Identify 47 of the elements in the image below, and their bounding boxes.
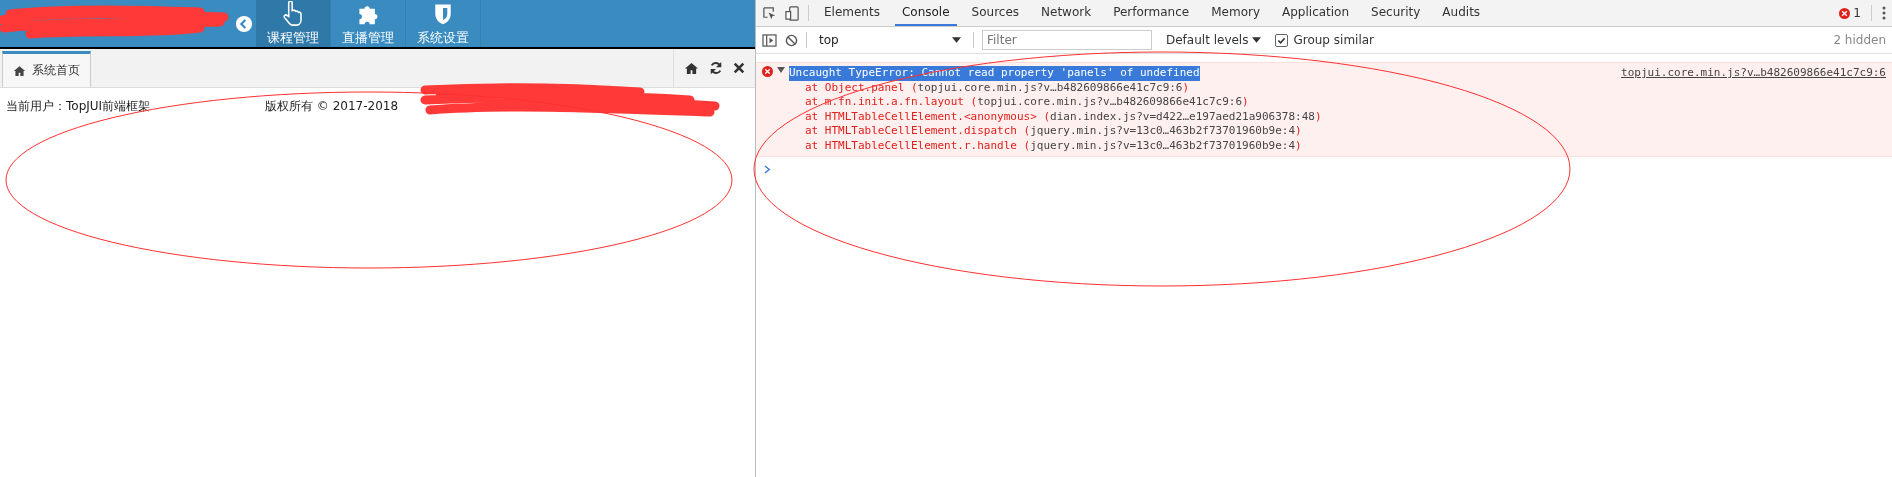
close-icon[interactable] <box>733 62 745 74</box>
current-user-text: 当前用户：TopJUI前端框架 <box>6 98 152 115</box>
panel-tab[interactable]: Elements <box>817 0 887 26</box>
error-message-text: Uncaught TypeError: Cannot read property 'panels' of undefined <box>789 66 1200 81</box>
source-link[interactable]: topjui.core.min.js?v…b482609866e41c7c9:6 <box>977 95 1243 108</box>
panel-tab[interactable]: Memory <box>1204 0 1267 26</box>
page-tab[interactable]: 系统首页 <box>2 51 91 87</box>
sidebar-toggle-icon[interactable] <box>762 33 777 47</box>
filter-field[interactable]: Filter <box>982 30 1152 50</box>
checkbox-label: Group similar <box>1293 33 1375 47</box>
home-icon[interactable] <box>684 61 699 75</box>
collapse-triangle-icon[interactable] <box>777 66 785 74</box>
error-icon <box>762 66 773 77</box>
stack-trace-line: at HTMLTableCellElement.dispatch (jquery.min.js?v=13c0…463b2f73701960b9e:4) <box>804 124 1303 139</box>
hidden-count-text: 2 hidden <box>1833 33 1886 47</box>
stack-trace-line: at m.fn.init.a.fn.layout (topjui.core.min.js?v…b482609866e41c7c9:6) <box>804 95 1250 110</box>
source-link[interactable]: jquery.min.js?v=13c0…463b2f73701960b9e:4 <box>1030 124 1296 137</box>
panel-tab[interactable]: Network <box>1034 0 1099 26</box>
error-icon <box>1839 7 1851 19</box>
clear-console-icon[interactable] <box>785 33 798 47</box>
caret-icon <box>1252 37 1262 43</box>
nav-menu-item[interactable]: 课程管理 <box>256 0 331 47</box>
home-icon <box>13 64 26 77</box>
refresh-icon[interactable] <box>709 61 723 75</box>
inspect-element-icon[interactable] <box>762 5 777 21</box>
stack-trace-line: at HTMLTableCellElement.r.handle (jquery.min.js?v=13c0…463b2f73701960b9e:4) <box>804 138 1303 153</box>
error-counter[interactable]: 1 <box>1839 6 1861 20</box>
copyright-text: 版权所有 © 2017-2018 <box>265 98 399 115</box>
source-link[interactable]: dian.index.js?v=d422…e197aed21a906378:48 <box>1050 109 1315 123</box>
group-similar-checkbox[interactable] <box>1275 33 1289 47</box>
collapse-chevron-icon[interactable] <box>235 14 253 33</box>
source-link[interactable]: topjui.core.min.js?v…b482609866e41c7c9:6 <box>917 80 1183 94</box>
prompt-chevron-icon[interactable] <box>764 165 771 174</box>
stack-trace-line: at HTMLTableCellElement.<anonymous> (dian.index.js?v=d422…e197aed21a906378:48) <box>804 109 1323 124</box>
device-toolbar-icon[interactable] <box>785 5 800 21</box>
panel-tab[interactable]: Application <box>1275 0 1357 26</box>
panel-tab[interactable]: Performance <box>1106 0 1197 26</box>
more-options-icon[interactable] <box>1882 6 1886 20</box>
context-dropdown[interactable]: top <box>815 30 965 50</box>
log-levels-dropdown[interactable]: Default levels <box>1160 32 1268 48</box>
pointer-hand-icon <box>281 0 305 27</box>
panel-tab[interactable]: Sources <box>964 0 1027 26</box>
source-link[interactable]: jquery.min.js?v=13c0…463b2f73701960b9e:4 <box>1030 138 1296 152</box>
panel-tab[interactable]: Audits <box>1435 0 1488 26</box>
panel-tab[interactable]: Security <box>1364 0 1428 26</box>
caret-icon <box>952 37 961 43</box>
source-link[interactable]: topjui.core.min.js?v…b482609866e41c7c9:6 <box>1621 66 1886 81</box>
